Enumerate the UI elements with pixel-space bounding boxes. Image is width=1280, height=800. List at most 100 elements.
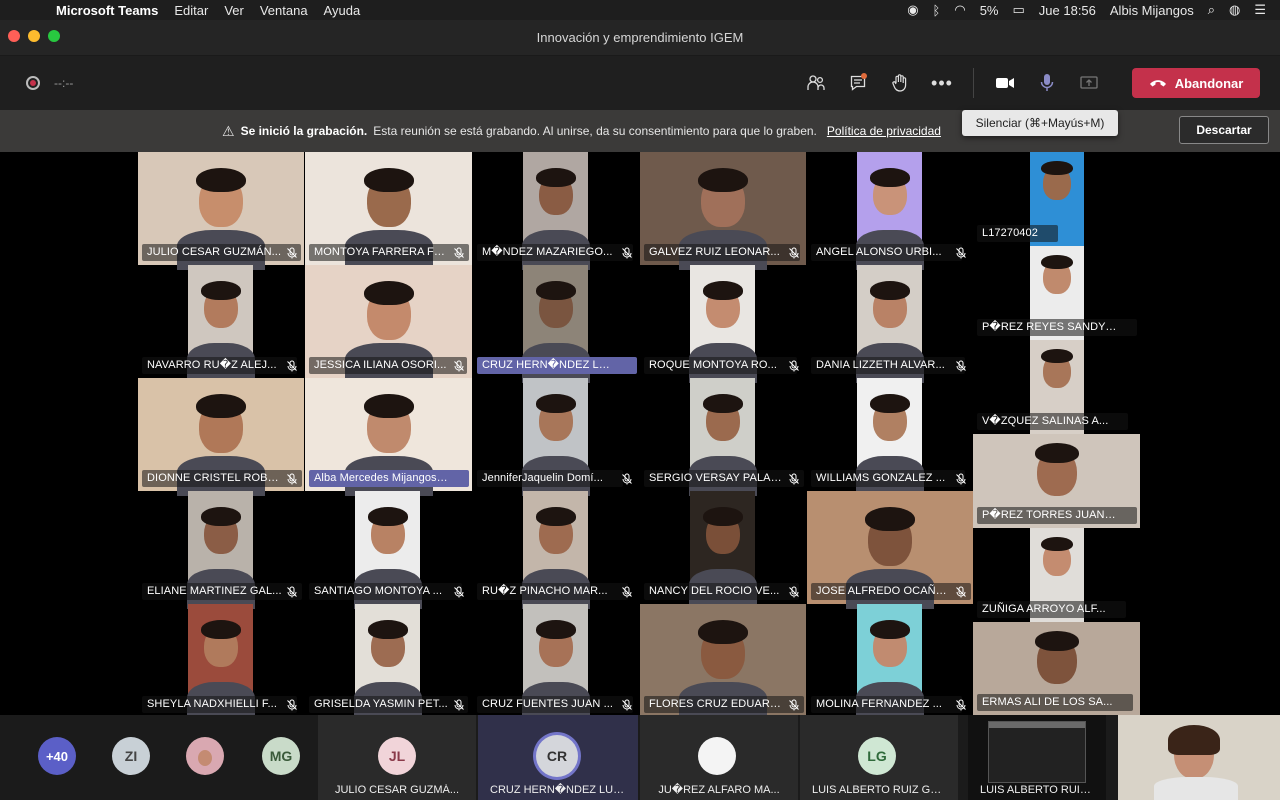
raise-hand-button[interactable] (879, 65, 921, 101)
participant-tile[interactable]: L17270402 (973, 152, 1140, 246)
menu-ventana[interactable]: Ventana (252, 3, 316, 18)
participant-name: GALVEZ RUIZ LEONAR... (644, 244, 800, 261)
participant-tile[interactable]: ROQUE MONTOYA RO... (640, 265, 806, 383)
participant-tile[interactable]: NANCY DEL ROCIO VE... (640, 491, 806, 609)
participant-tile[interactable]: DIONNE CRISTEL ROBL... (138, 378, 304, 496)
participant-tile[interactable]: SERGIO VERSAY PALAC... (640, 378, 806, 496)
microphone-button[interactable] (1026, 65, 1068, 101)
zoom-window-button[interactable] (48, 30, 60, 42)
participant-tile[interactable]: FLORES CRUZ EDUARDO (640, 604, 806, 722)
participant-tile[interactable]: P�REZ TORRES JUAN ... (973, 434, 1140, 528)
clock[interactable]: Jue 18:56 (1039, 3, 1096, 18)
participant-label: SANTIAGO MONTOYA ... (305, 580, 472, 604)
siri-icon[interactable]: ◍ (1229, 2, 1240, 18)
participant-tile[interactable]: JESSICA ILIANA OSORI... (305, 265, 472, 383)
mute-indicator (454, 697, 469, 711)
mute-indicator (956, 584, 971, 598)
participant-tile[interactable]: Alba Mercedes Mijangos ... (305, 378, 472, 496)
participant-tile[interactable]: ZUÑIGA ARROYO ALF... (973, 528, 1140, 622)
participant-tile[interactable]: ERMAS ALI DE LOS SA... (973, 622, 1140, 715)
mute-tooltip: Silenciar (⌘+Mayús+M) (962, 110, 1118, 136)
overflow-participants-button[interactable]: +40 (38, 737, 76, 775)
participant-tile[interactable]: GRISELDA YASMIN PET... (305, 604, 472, 722)
muted-mic-icon (789, 247, 799, 259)
participant-name: MONTOYA FARRERA FER... (309, 244, 469, 261)
strip-tile-juarez[interactable]: JU�REZ ALFARO MA... (640, 715, 798, 800)
leave-button[interactable]: Abandonar (1132, 68, 1260, 98)
participant-tile[interactable]: SANTIAGO MONTOYA ... (305, 491, 472, 609)
mute-indicator (287, 358, 302, 372)
muted-mic-icon (789, 699, 799, 711)
participant-tile[interactable]: JULIO CESAR GUZMÁN... (138, 152, 304, 270)
participant-name: P�REZ REYES SANDY ... (977, 319, 1137, 336)
notification-center-icon[interactable]: ☰ (1254, 2, 1266, 18)
minimize-window-button[interactable] (28, 30, 40, 42)
window-controls (8, 30, 60, 42)
participant-hair (535, 281, 576, 300)
participants-button[interactable] (795, 65, 837, 101)
avatar-mg[interactable]: MG (262, 737, 300, 775)
wifi-icon[interactable]: ◠ (954, 2, 965, 18)
avatar-zi[interactable]: ZI (112, 737, 150, 775)
battery-percent[interactable]: 5% (980, 3, 999, 18)
preview-header-bar (989, 722, 1085, 728)
status-circle-icon[interactable]: ◉ (907, 2, 918, 18)
dismiss-button[interactable]: Descartar (1179, 116, 1269, 144)
participant-tile[interactable]: SHEYLA NADXHIELLI F... (138, 604, 304, 722)
screen-share-tile[interactable]: LUIS ALBERTO RUIZ GOMEZ (968, 715, 1106, 800)
participant-name: JESSICA ILIANA OSORI... (309, 357, 467, 374)
strip-tile-jl[interactable]: JL JULIO CESAR GUZMÁ... (318, 715, 476, 800)
avatar-photo[interactable] (186, 737, 224, 775)
mute-indicator (287, 697, 302, 711)
strip-tile-lg[interactable]: LG LUIS ALBERTO RUIZ GOMEZ (800, 715, 958, 800)
participant-tile[interactable]: CRUZ FUENTES JUAN ... (473, 604, 639, 722)
menu-ver[interactable]: Ver (216, 3, 252, 18)
participant-hair (535, 394, 576, 413)
meeting-timer: --:-- (54, 76, 74, 90)
participant-hair (200, 281, 241, 300)
strip-tile-cr[interactable]: CR CRUZ HERN�NDEZ LUIS ... (478, 715, 638, 800)
participant-tile[interactable]: V�ZQUEZ SALINAS A... (973, 340, 1140, 434)
share-screen-button[interactable] (1068, 65, 1110, 101)
participant-label: SERGIO VERSAY PALAC... (640, 467, 806, 491)
muted-mic-icon (956, 586, 966, 598)
menu-ayuda[interactable]: Ayuda (316, 3, 369, 18)
participant-tile[interactable]: P�REZ REYES SANDY ... (973, 246, 1140, 340)
participant-tile[interactable]: ELIANE MARTINEZ GAL... (138, 491, 304, 609)
participant-tile[interactable]: ANGEL ALONSO URBI... (807, 152, 973, 270)
participant-tile[interactable]: WILLIAMS GONZALEZ ... (807, 378, 973, 496)
participant-name: JOSE ALFREDO OCAÑA... (811, 583, 971, 600)
menu-app-name[interactable]: Microsoft Teams (48, 3, 166, 18)
participant-tile[interactable]: GALVEZ RUIZ LEONAR... (640, 152, 806, 270)
macos-menubar: Microsoft Teams Editar Ver Ventana Ayuda… (0, 0, 1280, 20)
participant-tile[interactable]: MOLINA FERNANDEZ ... (807, 604, 973, 722)
participant-tile[interactable]: RU�Z PINACHO MAR... (473, 491, 639, 609)
spotlight-search-icon[interactable]: ⌕ (1208, 2, 1215, 18)
mute-indicator (956, 358, 971, 372)
participant-label: NANCY DEL ROCIO VE... (640, 580, 806, 604)
privacy-policy-link[interactable]: Política de privacidad (827, 124, 941, 138)
muted-mic-icon (454, 360, 464, 372)
participant-tile[interactable]: DANIA LIZZETH ALVAR... (807, 265, 973, 383)
mute-indicator (789, 584, 804, 598)
participant-tile[interactable]: M�NDEZ MAZARIEGO... (473, 152, 639, 270)
meeting-toolbar: --:-- ••• Abandonar (0, 56, 1280, 110)
self-view-tile[interactable] (1118, 715, 1280, 800)
muted-mic-icon (956, 699, 966, 711)
chat-button[interactable] (837, 65, 879, 101)
participant-tile[interactable]: NAVARRO RU�Z ALEJ... (138, 265, 304, 383)
participant-tile[interactable]: CRUZ HERN�NDEZ LUIS ... (473, 265, 639, 383)
user-name[interactable]: Albis Mijangos (1110, 3, 1194, 18)
participant-tile[interactable]: MONTOYA FARRERA FER... (305, 152, 472, 270)
bluetooth-icon[interactable]: ᛒ (933, 3, 941, 18)
participant-tile[interactable]: JOSE ALFREDO OCAÑA... (807, 491, 973, 609)
participant-label: GALVEZ RUIZ LEONAR... (640, 241, 806, 265)
camera-button[interactable] (984, 65, 1026, 101)
participant-name: ERMAS ALI DE LOS SA... (977, 694, 1133, 711)
mute-indicator (956, 471, 971, 485)
menu-editar[interactable]: Editar (166, 3, 216, 18)
participant-label: SHEYLA NADXHIELLI F... (138, 693, 304, 717)
close-window-button[interactable] (8, 30, 20, 42)
participant-tile[interactable]: JenniferJaquelin Domí... (473, 378, 639, 496)
more-options-button[interactable]: ••• (921, 65, 963, 101)
